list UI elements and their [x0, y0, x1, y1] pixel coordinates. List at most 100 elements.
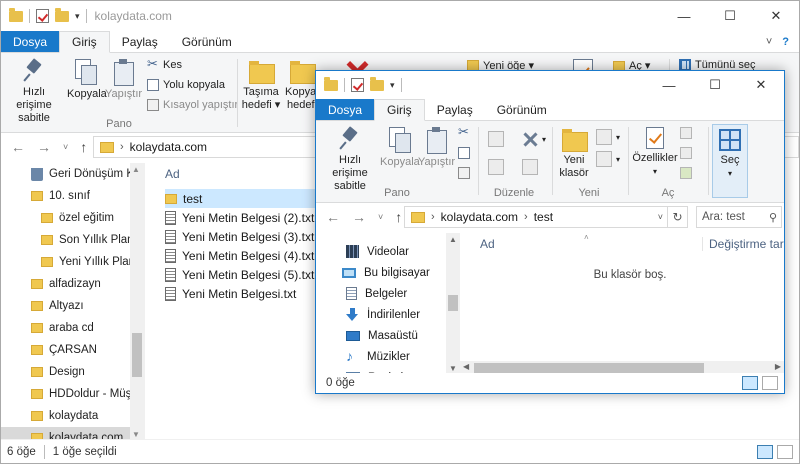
sidebar-item[interactable]: Masaüstü [316, 325, 460, 346]
copy-path-button[interactable]: Yolu kopyala [147, 79, 225, 91]
breadcrumb-chevron-icon[interactable]: › [431, 211, 435, 223]
sidebar-item[interactable]: özel eğitim [1, 207, 144, 229]
copy-path-button[interactable] [458, 147, 470, 159]
select-button[interactable]: Seç ▾ [714, 129, 746, 180]
tab-share[interactable]: Paylaş [425, 99, 485, 120]
scroll-right-icon[interactable]: ▶ [775, 362, 781, 371]
back-arrow-icon[interactable]: ← [11, 139, 25, 155]
details-view-icon[interactable] [757, 444, 773, 459]
collapse-ribbon-icon[interactable]: ˅ [766, 36, 772, 48]
file-row[interactable]: Yeni Metin Belgesi (2).txt [165, 208, 314, 227]
nav-scrollbar[interactable]: ▲ ▼ [446, 233, 460, 375]
sidebar-item[interactable]: 10. sınıf [1, 185, 144, 207]
sidebar-item[interactable]: ♪ Müzikler [316, 346, 460, 367]
file-row[interactable]: test [165, 189, 315, 208]
cut-button[interactable]: Kes [147, 56, 182, 72]
large-icons-view-icon[interactable] [777, 444, 793, 459]
tab-home[interactable]: Giriş [374, 99, 425, 121]
customize-dropdown-icon[interactable]: ▾ [75, 11, 80, 22]
properties-button[interactable]: Özellikler ▾ [632, 127, 678, 178]
explorer-window-front[interactable]: ▾ — ☐ ✕ Dosya Giriş Paylaş Görünüm Hızlı… [315, 70, 785, 394]
tab-view[interactable]: Görünüm [170, 31, 244, 52]
sidebar-item[interactable]: Geri Dönüşüm Ku [1, 163, 144, 185]
properties-icon[interactable] [36, 9, 49, 23]
paste-shortcut-button[interactable]: Kısayol yapıştır [147, 99, 238, 111]
title-bar[interactable]: ▾ — ☐ ✕ [316, 71, 784, 99]
large-icons-view-icon[interactable] [762, 376, 778, 390]
navigation-pane[interactable]: Geri Dönüşüm Ku 10. sınıf özel eğitim Son Y… [1, 163, 145, 449]
customize-dropdown-icon[interactable]: ▾ [390, 80, 395, 91]
close-button[interactable]: ✕ [738, 71, 784, 99]
search-input[interactable]: Ara: test ⚲ [696, 206, 782, 228]
file-list[interactable]: Ad test Yeni Metin Belgesi (2).txt Yeni Me… [161, 163, 321, 441]
sidebar-item[interactable]: Design [1, 361, 144, 383]
file-list[interactable]: ˄ Ad Değiştirme tarihi Bu klasör boş. [476, 233, 784, 361]
cut-button[interactable] [458, 124, 470, 140]
breadcrumb-chevron-icon[interactable]: › [120, 141, 124, 153]
maximize-button[interactable]: ☐ [692, 71, 738, 99]
sidebar-item[interactable]: Bu bilgisayar [316, 262, 460, 283]
easy-access-button[interactable]: ▾ [596, 151, 620, 167]
edit-button[interactable] [680, 147, 692, 159]
sidebar-item[interactable]: Yeni Yıllık Planla [1, 251, 144, 273]
up-arrow-icon[interactable]: ↑ [80, 139, 87, 155]
back-arrow-icon[interactable]: ← [326, 209, 340, 225]
maximize-button[interactable]: ☐ [707, 1, 753, 31]
breadcrumb-item[interactable]: kolaydata.com [441, 210, 518, 224]
file-row[interactable]: Yeni Metin Belgesi (3).txt [165, 227, 314, 246]
close-button[interactable]: ✕ [753, 1, 799, 31]
scroll-down-icon[interactable]: ▼ [132, 430, 140, 439]
pin-quick-access-button[interactable]: Hızlı erişime sabitle [320, 127, 380, 193]
file-row[interactable]: Yeni Metin Belgesi (4).txt [165, 246, 314, 265]
navigation-pane[interactable]: Videolar Bu bilgisayar Belgeler İndirilenle… [316, 233, 460, 375]
sidebar-item[interactable]: araba cd [1, 317, 144, 339]
minimize-button[interactable]: — [661, 1, 707, 31]
history-button[interactable] [680, 167, 692, 179]
title-bar[interactable]: ▾ kolaydata.com — ☐ ✕ [1, 1, 799, 31]
address-dropdown-icon[interactable]: ˅ [658, 212, 663, 222]
new-folder-button[interactable]: Yeni klasör [556, 127, 592, 180]
scroll-up-icon[interactable]: ▲ [132, 165, 140, 174]
column-header-name[interactable]: Ad [165, 167, 180, 181]
column-header-modified[interactable]: Değiştirme tarihi [702, 237, 784, 251]
paste-shortcut-button[interactable] [458, 167, 470, 179]
recent-dropdown-icon[interactable]: ˅ [63, 142, 68, 152]
tab-file[interactable]: Dosya [316, 99, 375, 120]
sidebar-item[interactable]: İndirilenler [316, 304, 460, 325]
tab-share[interactable]: Paylaş [110, 31, 170, 52]
scroll-left-icon[interactable]: ◀ [463, 362, 469, 371]
tab-file[interactable]: Dosya [1, 31, 60, 52]
breadcrumb-item[interactable]: kolaydata.com [130, 140, 207, 154]
open-button[interactable] [680, 127, 692, 139]
tab-view[interactable]: Görünüm [485, 99, 559, 120]
copy-to-button[interactable]: Kopyala hedefi [285, 59, 325, 112]
scroll-down-icon[interactable]: ▼ [449, 364, 457, 373]
sidebar-item[interactable]: Videolar [316, 241, 460, 262]
sidebar-item[interactable]: Belgeler [316, 283, 460, 304]
scroll-thumb[interactable] [448, 295, 458, 311]
breadcrumb-chevron-icon[interactable]: › [524, 211, 528, 223]
rename-button[interactable] [522, 159, 538, 175]
pin-quick-access-button[interactable]: Hızlı erişime sabitle [7, 59, 61, 125]
copy-button[interactable]: Kopyala [380, 127, 420, 169]
scroll-thumb[interactable] [132, 333, 142, 377]
sidebar-item[interactable]: kolaydata [1, 405, 144, 427]
file-row[interactable]: Yeni Metin Belgesi.txt [165, 284, 296, 303]
forward-arrow-icon[interactable]: → [352, 209, 366, 225]
details-view-icon[interactable] [742, 376, 758, 390]
new-folder-icon[interactable] [55, 7, 69, 22]
sidebar-item[interactable]: ÇARSAN [1, 339, 144, 361]
address-input[interactable]: › kolaydata.com › test ˅ [404, 206, 668, 228]
scroll-up-icon[interactable]: ▲ [449, 235, 457, 244]
up-arrow-icon[interactable]: ↑ [395, 209, 402, 225]
minimize-button[interactable]: — [646, 71, 692, 99]
paste-button[interactable]: Yapıştır [105, 59, 142, 101]
forward-arrow-icon[interactable]: → [37, 139, 51, 155]
recent-dropdown-icon[interactable]: ˅ [378, 212, 383, 222]
search-icon[interactable]: ⚲ [769, 211, 777, 224]
paste-button[interactable]: Yapıştır [418, 127, 455, 169]
sidebar-item[interactable]: Son Yıllık Planla [1, 229, 144, 251]
help-icon[interactable]: ? [782, 36, 789, 48]
new-item-button[interactable]: ▾ [596, 129, 620, 145]
tab-home[interactable]: Giriş [59, 31, 110, 53]
